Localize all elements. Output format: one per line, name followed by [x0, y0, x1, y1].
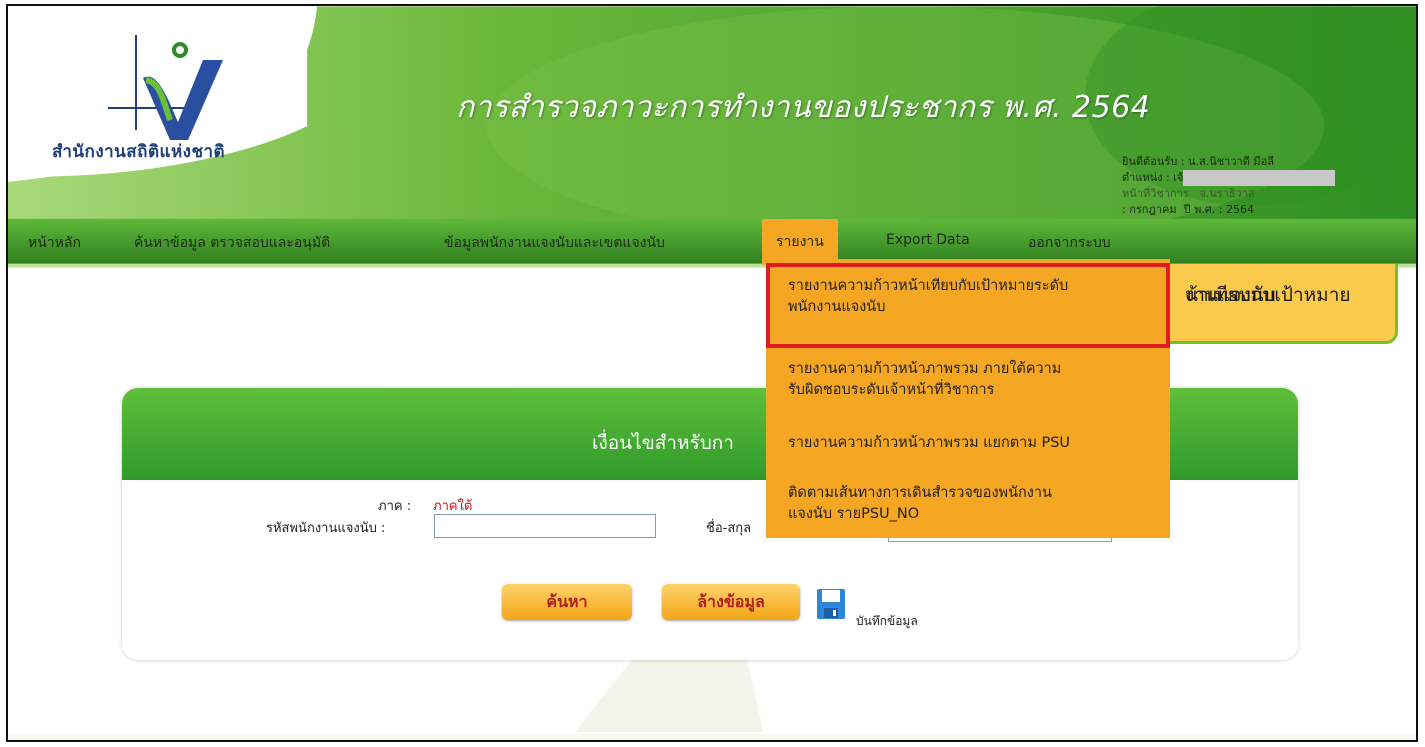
report-banner: น้าเทียบกับเป้าหมาย งานแจงนับ: [1138, 264, 1398, 344]
nav-enumerator-data[interactable]: ข้อมูลพนักงานแจงนับและเขตแจงนับ: [444, 232, 665, 254]
logo-text: สำนักงานสถิติแห่งชาติ: [52, 142, 226, 162]
footer-strip: [8, 732, 1416, 740]
save-label[interactable]: บันทึกข้อมูล: [856, 612, 918, 631]
position-label: ตำแหน่ง : เจ้: [1122, 171, 1184, 184]
highlight-box: [766, 263, 1170, 348]
region-label: ภาค :: [378, 499, 412, 514]
nso-logo: [108, 35, 223, 140]
role-text: หน้าที่วิชาการ: [1122, 187, 1189, 200]
browser-frame: สำนักงานสถิติแห่งชาติ การสำรวจภาวะการทำง…: [6, 4, 1418, 742]
province-text: จ.นราธิวาส: [1199, 187, 1255, 200]
nav-export-data[interactable]: Export Data: [886, 232, 970, 248]
clear-button[interactable]: ล้างข้อมูล: [662, 584, 800, 620]
year-text: ปี พ.ศ. : 2564: [1183, 203, 1255, 216]
site-header: สำนักงานสถิติแห่งชาติ การสำรวจภาวะการทำง…: [8, 6, 1416, 268]
nav-home[interactable]: หน้าหลัก: [28, 232, 81, 254]
menu-item-progress-by-psu[interactable]: รายงานความก้าวหน้าภาพรวม แยกตาม PSU: [788, 433, 1148, 454]
nav-search-approve[interactable]: ค้นหาข้อมูล ตรวจสอบและอนุมัติ: [134, 232, 330, 254]
main-nav: หน้าหลัก ค้นหาข้อมูล ตรวจสอบและอนุมัติ ข…: [8, 219, 1416, 265]
redacted-block: [1183, 170, 1336, 186]
floppy-disk-icon[interactable]: [816, 588, 846, 620]
site-title: การสำรวจภาวะการทำงานของประชากร พ.ศ. 2564: [456, 90, 1151, 125]
name-label: ชื่อ-สกุล: [706, 521, 752, 536]
region-value: ภาคใต้: [433, 499, 473, 514]
welcome-text: ยินดีต้อนรับ : น.ส.นิชาวาดี มีอลี: [1122, 155, 1274, 168]
nav-logout[interactable]: ออกจากระบบ: [1028, 232, 1111, 254]
emp-id-label: รหัสพนักงานแจงนับ :: [266, 521, 386, 536]
menu-item-track-route-psu[interactable]: ติดตามเส้นทางการเดินสำรวจของพนักงาน แจงนั…: [788, 483, 1148, 525]
search-panel-title: เงื่อนไขสำหรับกา: [592, 432, 734, 454]
user-info-panel: ยินดีต้อนรับ : น.ส.นิชาวาดี มีอลี ตำแหน่…: [1122, 154, 1336, 218]
menu-item-progress-overview-officer[interactable]: รายงานความก้าวหน้าภาพรวม ภายใต้ความ รับผิ…: [788, 359, 1148, 401]
emp-id-input[interactable]: [434, 514, 656, 538]
search-button[interactable]: ค้นหา: [502, 584, 632, 620]
reports-dropdown-menu: รายงานความก้าวหน้าเทียบกับเป้าหมายระดับพ…: [766, 259, 1170, 538]
month-text: : กรกฎาคม: [1122, 203, 1177, 216]
